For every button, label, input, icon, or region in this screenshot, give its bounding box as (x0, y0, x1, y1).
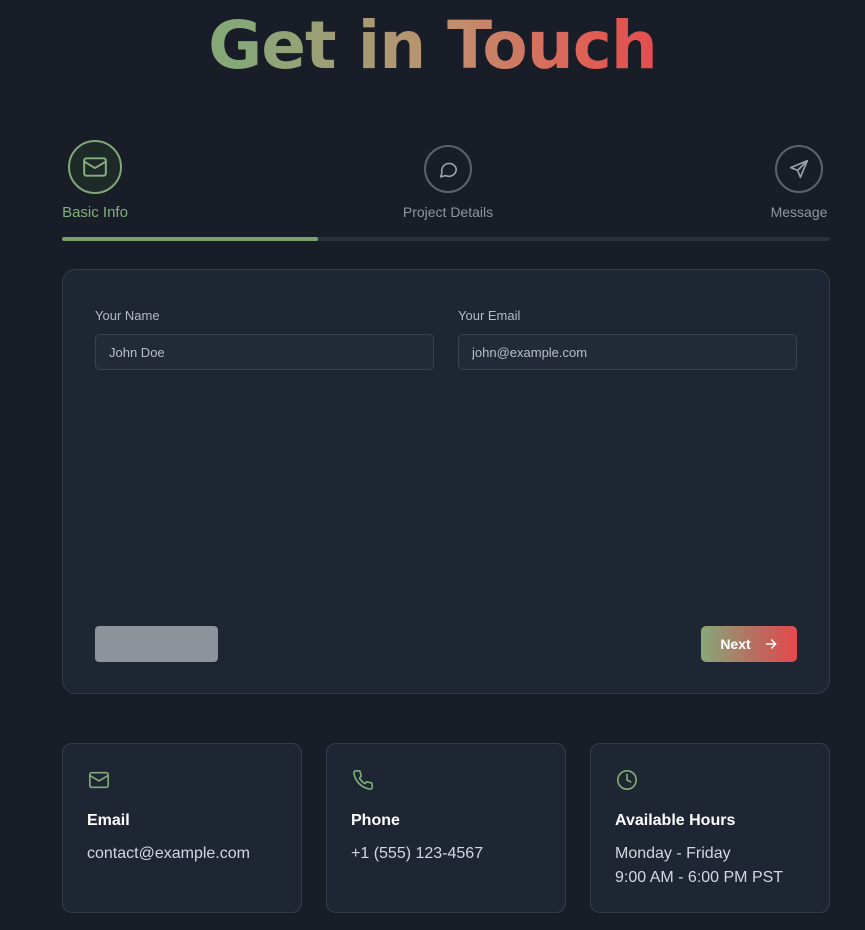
next-button[interactable]: Next (701, 626, 797, 662)
email-input[interactable] (458, 334, 797, 370)
step-basic-info[interactable]: Basic Info (56, 140, 134, 221)
email-info-card: Email contact@example.com (62, 743, 302, 913)
hours-info-time: 9:00 AM - 6:00 PM PST (615, 869, 784, 886)
mail-icon (83, 157, 107, 177)
email-info-title: Email (87, 812, 130, 829)
page-title: Get in Touch (0, 4, 865, 88)
arrow-right-icon (765, 639, 777, 649)
contact-form-card: Your Name Your Email Next (62, 269, 830, 694)
phone-icon (353, 770, 373, 790)
step-basic-info-circle (68, 140, 122, 194)
hours-info-days: Monday - Friday (615, 845, 731, 862)
message-icon (439, 162, 458, 178)
step-progress-fill (62, 237, 318, 241)
phone-info-title: Phone (351, 812, 400, 829)
step-project-details-circle (424, 145, 472, 193)
step-message[interactable]: Message (765, 145, 833, 220)
clock-icon (617, 770, 637, 790)
phone-info-card: Phone +1 (555) 123-4567 (326, 743, 566, 913)
hours-info-card: Available Hours Monday - Friday 9:00 AM … (590, 743, 830, 913)
step-message-circle (775, 145, 823, 193)
step-progress-bar (62, 237, 830, 241)
phone-info-value: +1 (555) 123-4567 (351, 845, 484, 862)
name-field-label: Your Name (95, 308, 160, 323)
email-info-value: contact@example.com (87, 845, 250, 862)
email-field-label: Your Email (458, 308, 521, 323)
mail-icon (89, 771, 109, 789)
step-basic-info-label: Basic Info (62, 204, 128, 221)
step-project-details[interactable]: Project Details (396, 145, 500, 220)
next-button-label: Next (720, 636, 751, 652)
previous-button[interactable] (95, 626, 218, 662)
step-message-label: Message (770, 204, 828, 220)
step-project-details-label: Project Details (402, 204, 494, 220)
name-input[interactable] (95, 334, 434, 370)
hours-info-title: Available Hours (615, 812, 736, 829)
send-icon (789, 159, 809, 179)
